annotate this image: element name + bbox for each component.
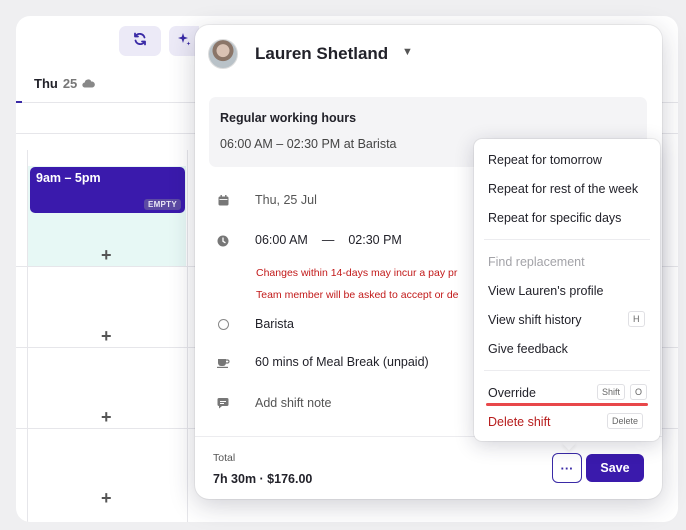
menu-item-give-feedback[interactable]: Give feedback [488, 342, 568, 356]
shift-card[interactable]: 9am – 5pm EMPTY [30, 167, 185, 213]
working-hours-value: 06:00 AM – 02:30 PM at Barista [220, 137, 397, 151]
shift-position[interactable]: Barista [255, 317, 294, 331]
sparkle-icon [177, 31, 191, 51]
menu-item-override[interactable]: Override [488, 386, 536, 400]
total-value: 7h 30m · $176.00 [213, 472, 313, 486]
day-name: Thu [34, 76, 58, 91]
shift-date[interactable]: Thu, 25 Jul [255, 193, 317, 207]
shift-note-input[interactable]: Add shift note [255, 396, 331, 410]
clock-icon [216, 234, 230, 248]
shortcut-delete-key: Delete [607, 413, 644, 429]
working-hours-title: Regular working hours [220, 111, 357, 125]
chevron-down-icon[interactable]: ▼ [402, 46, 413, 58]
team-member-name[interactable]: Lauren Shetland [255, 44, 388, 64]
header-accent [16, 101, 22, 103]
pay-warning-text: Changes within 14-days may incur a pay p… [256, 267, 458, 279]
menu-item-view-profile[interactable]: View Lauren's profile [488, 284, 603, 298]
start-time-input[interactable]: 06:00 AM [255, 233, 308, 247]
more-icon: ··· [560, 460, 574, 476]
meal-break[interactable]: 60 mins of Meal Break (unpaid) [255, 355, 429, 369]
menu-item-delete-shift[interactable]: Delete shift [488, 415, 551, 429]
end-time-input[interactable]: 02:30 PM [348, 233, 402, 247]
add-shift-button[interactable]: + [101, 326, 112, 347]
shortcut-override-key: O [630, 384, 648, 400]
menu-separator [484, 239, 650, 240]
calendar-icon [216, 193, 230, 207]
cloud-icon [82, 77, 96, 91]
shortcut-override-modifier: Shift [597, 384, 626, 400]
note-icon [216, 396, 230, 410]
add-shift-button[interactable]: + [101, 407, 112, 428]
menu-item-view-shift-history[interactable]: View shift history [488, 313, 582, 327]
day-header[interactable]: Thu 25 [34, 76, 96, 91]
add-shift-button[interactable]: + [101, 488, 112, 509]
shift-time-range: 06:00 AM — 02:30 PM [255, 233, 402, 247]
grid-column-line [187, 150, 188, 522]
time-separator: — [321, 233, 335, 247]
avatar [208, 39, 238, 69]
menu-item-repeat-rest-of-week[interactable]: Repeat for rest of the week [488, 182, 638, 196]
menu-item-find-replacement: Find replacement [488, 255, 585, 269]
save-button[interactable]: Save [586, 454, 644, 482]
position-radio-icon [216, 317, 230, 331]
more-options-button[interactable]: ··· [552, 453, 582, 483]
total-label: Total [213, 452, 236, 464]
menu-item-repeat-tomorrow[interactable]: Repeat for tomorrow [488, 153, 602, 167]
add-shift-button[interactable]: + [101, 245, 112, 266]
shortcut-history-key: H [628, 311, 645, 327]
refresh-icon [133, 31, 147, 51]
menu-separator [484, 370, 650, 371]
accept-warning-text: Team member will be asked to accept or d… [256, 289, 459, 301]
coffee-cup-icon [216, 355, 230, 369]
refresh-button[interactable] [119, 26, 161, 56]
more-options-menu: Repeat for tomorrow Repeat for rest of t… [474, 139, 660, 441]
day-number: 25 [62, 76, 78, 91]
override-highlight-underline [486, 403, 648, 406]
shift-card-badge: EMPTY [143, 199, 181, 210]
menu-item-repeat-specific-days[interactable]: Repeat for specific days [488, 211, 621, 225]
shift-card-time: 9am – 5pm [36, 171, 101, 185]
